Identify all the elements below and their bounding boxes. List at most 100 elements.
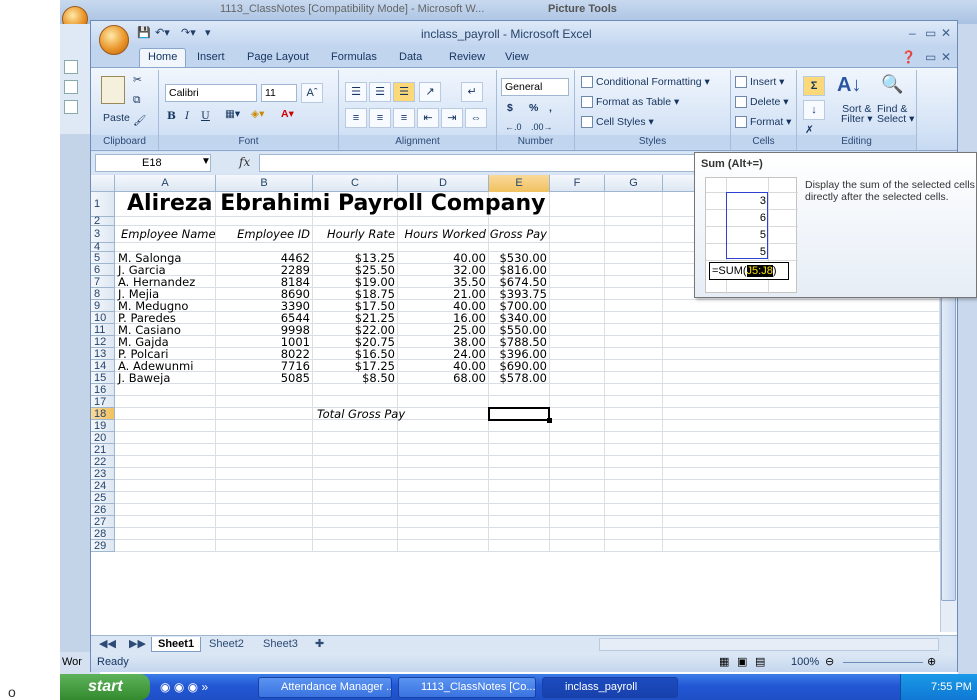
paste-icon[interactable] — [101, 76, 125, 104]
decrease-decimal-icon[interactable]: .00→ — [531, 122, 553, 132]
cut-icon[interactable]: ✂ — [133, 74, 142, 86]
data-cell[interactable]: 5085 — [216, 372, 310, 385]
row-header-9[interactable]: 9 — [91, 300, 115, 312]
italic-button[interactable]: I — [185, 110, 189, 122]
browser-icon[interactable]: ◉ — [160, 680, 170, 694]
increase-indent-icon[interactable]: ⇥ — [441, 108, 463, 128]
fill-handle[interactable] — [547, 418, 552, 423]
horizontal-scrollbar[interactable] — [599, 638, 939, 651]
row-header-10[interactable]: 10 — [91, 312, 115, 324]
firefox-icon[interactable]: ◉ — [188, 680, 198, 694]
decrease-indent-icon[interactable]: ⇤ — [417, 108, 439, 128]
align-left-icon[interactable]: ≡ — [345, 108, 367, 128]
zoom-slider[interactable] — [843, 662, 923, 663]
workbook-restore-icon[interactable]: ▭ — [925, 50, 936, 64]
column-header-g[interactable]: G — [605, 175, 663, 192]
row-header-4[interactable]: 4 — [91, 242, 115, 253]
total-gross-pay-label[interactable]: Total Gross Pay — [317, 408, 405, 421]
row-header-1[interactable]: 1 — [91, 192, 115, 217]
restore-icon[interactable]: ▭ — [925, 26, 936, 40]
row-header-26[interactable]: 26 — [91, 504, 115, 516]
column-header-a[interactable]: A — [115, 175, 216, 192]
row-header-20[interactable]: 20 — [91, 432, 115, 444]
bold-button[interactable]: B — [167, 110, 176, 122]
row-header-6[interactable]: 6 — [91, 264, 115, 276]
row-header-8[interactable]: 8 — [91, 288, 115, 300]
row-header-2[interactable]: 2 — [91, 216, 115, 227]
orientation-icon[interactable]: ↗ — [419, 82, 441, 102]
name-box[interactable]: E18 — [95, 154, 211, 172]
redo-icon[interactable]: ↷▾ — [181, 26, 196, 39]
insert-cells-button[interactable]: Insert ▾ — [735, 76, 784, 89]
zoom-in-icon[interactable]: ⊕ — [927, 655, 936, 668]
header-cell[interactable]: Employee ID — [216, 228, 310, 241]
sheet-tab-sheet3[interactable]: Sheet3 — [257, 637, 304, 652]
taskbar-inclass-payroll[interactable]: inclass_payroll — [542, 677, 678, 698]
data-cell[interactable]: J. Baweja — [118, 372, 170, 385]
binoculars-icon[interactable]: 🔍 — [881, 74, 903, 95]
name-box-dropdown-icon[interactable]: ▼ — [201, 156, 211, 167]
cell-styles-button[interactable]: Cell Styles ▾ — [581, 116, 654, 129]
sheet-tab-sheet2[interactable]: Sheet2 — [203, 637, 250, 652]
media-icon[interactable]: ◉ — [174, 680, 184, 694]
header-cell[interactable]: Hourly Rate — [313, 228, 395, 241]
row-header-5[interactable]: 5 — [91, 252, 115, 264]
row-header-22[interactable]: 22 — [91, 456, 115, 468]
row-header-19[interactable]: 19 — [91, 420, 115, 432]
font-name-select[interactable]: Calibri — [165, 84, 257, 102]
copy-icon[interactable]: ⧉ — [133, 94, 141, 107]
row-header-17[interactable]: 17 — [91, 396, 115, 408]
sort-filter-button[interactable]: Sort & Filter ▾ — [841, 104, 873, 125]
sheet-nav-first-icon[interactable]: ◀◀ — [93, 637, 122, 652]
select-all-button[interactable] — [91, 175, 115, 192]
number-format-select[interactable]: General — [501, 78, 569, 96]
help-icon[interactable]: ❓ — [901, 50, 916, 64]
tab-data[interactable]: Data — [391, 50, 430, 64]
delete-cells-button[interactable]: Delete ▾ — [735, 96, 789, 109]
data-cell[interactable]: $8.50 — [313, 372, 395, 385]
format-cells-button[interactable]: Format ▾ — [735, 116, 791, 129]
row-header-14[interactable]: 14 — [91, 360, 115, 372]
align-middle-icon[interactable]: ☰ — [369, 82, 391, 102]
row-header-21[interactable]: 21 — [91, 444, 115, 456]
customize-qat-icon[interactable]: ▾ — [205, 26, 211, 39]
font-color-icon[interactable]: A▾ — [281, 108, 294, 120]
increase-decimal-icon[interactable]: ←.0 — [505, 122, 522, 132]
row-header-24[interactable]: 24 — [91, 480, 115, 492]
align-right-icon[interactable]: ≡ — [393, 108, 415, 128]
borders-icon[interactable]: ▦▾ — [225, 108, 240, 120]
row-header-29[interactable]: 29 — [91, 540, 115, 552]
column-header-c[interactable]: C — [313, 175, 398, 192]
autosum-icon[interactable]: Σ — [803, 76, 825, 96]
tab-view[interactable]: View — [497, 50, 537, 64]
zoom-out-icon[interactable]: ⊖ — [825, 655, 834, 668]
column-header-d[interactable]: D — [398, 175, 489, 192]
clock[interactable]: 7:55 PM — [931, 681, 972, 693]
font-size-select[interactable]: 11 — [261, 84, 297, 102]
percent-button[interactable]: % — [529, 102, 538, 114]
align-center-icon[interactable]: ≡ — [369, 108, 391, 128]
more-icon[interactable]: » — [201, 680, 208, 694]
tab-formulas[interactable]: Formulas — [323, 50, 385, 64]
taskbar-attendance[interactable]: Attendance Manager ... — [258, 677, 392, 698]
format-as-table-button[interactable]: Format as Table ▾ — [581, 96, 679, 109]
close-icon[interactable]: ✕ — [941, 26, 951, 40]
workbook-close-icon[interactable]: ✕ — [941, 50, 951, 64]
row-header-7[interactable]: 7 — [91, 276, 115, 288]
start-button[interactable]: start — [60, 674, 150, 700]
comma-button[interactable]: , — [549, 102, 552, 114]
fill-icon[interactable]: ↓ — [803, 100, 825, 120]
row-header-15[interactable]: 15 — [91, 372, 115, 384]
sheet-tab-sheet1[interactable]: Sheet1 — [151, 637, 202, 652]
merge-center-icon[interactable]: ⇔ — [465, 108, 487, 128]
format-painter-icon[interactable]: 🖌 — [133, 114, 146, 127]
grow-font-icon[interactable]: Aˆ — [301, 83, 323, 103]
row-header-28[interactable]: 28 — [91, 528, 115, 540]
fx-icon[interactable]: fx — [239, 155, 250, 169]
header-cell[interactable]: Gross Pay — [489, 228, 547, 241]
conditional-formatting-button[interactable]: Conditional Formatting ▾ — [581, 76, 710, 89]
row-header-25[interactable]: 25 — [91, 492, 115, 504]
column-header-f[interactable]: F — [550, 175, 605, 192]
find-select-button[interactable]: Find & Select ▾ — [877, 104, 914, 125]
data-cell[interactable]: 68.00 — [398, 372, 486, 385]
